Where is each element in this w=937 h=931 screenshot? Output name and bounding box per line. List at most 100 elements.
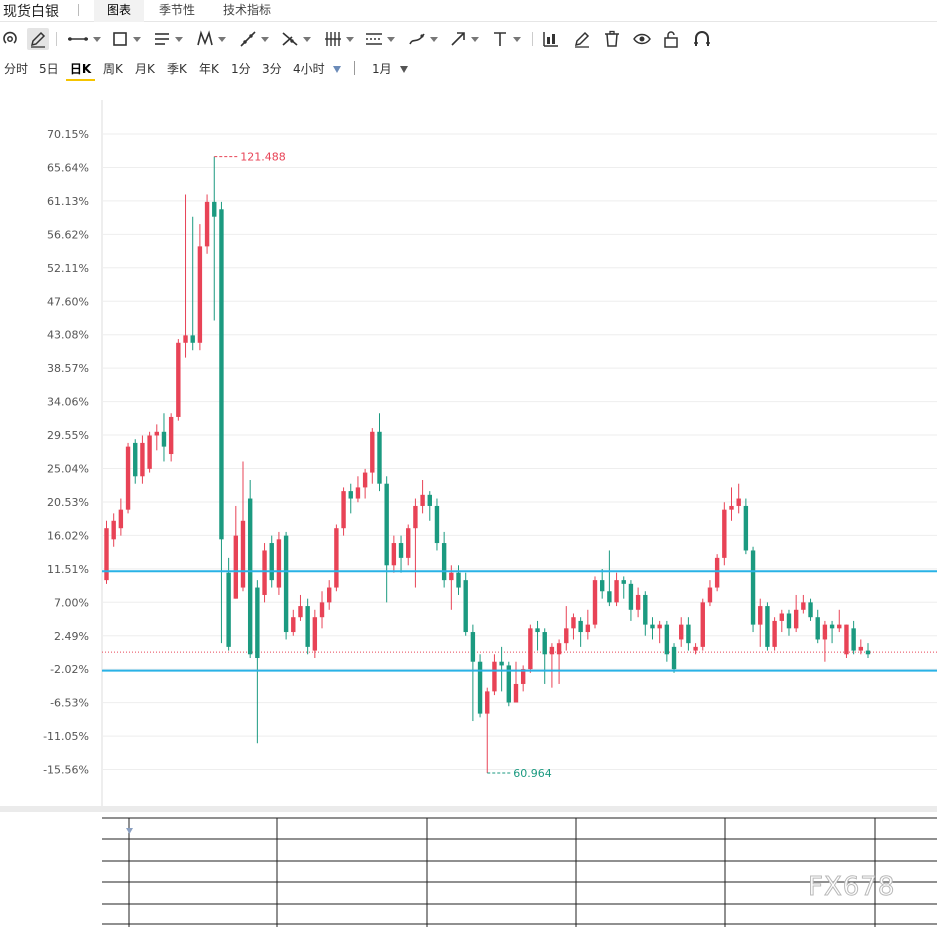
- eye-icon[interactable]: [632, 28, 652, 50]
- pattern-tool-icon[interactable]: [195, 28, 226, 50]
- candle-body: [283, 535, 289, 633]
- candle-body: [427, 494, 432, 506]
- candle-body: [513, 683, 519, 703]
- candle-body: [650, 624, 655, 629]
- candle-body: [377, 431, 382, 484]
- period-more-chevron-icon[interactable]: [333, 66, 341, 73]
- vertical-lines-icon[interactable]: [323, 28, 354, 50]
- range-chevron-down-icon[interactable]: [400, 66, 408, 73]
- y-tick-label: 65.64%: [47, 161, 89, 174]
- indicator-grid: [102, 817, 937, 927]
- tab-indicators[interactable]: 技术指标: [214, 0, 280, 22]
- candle-body: [334, 528, 339, 588]
- candle-body: [664, 624, 670, 655]
- candle-body: [183, 335, 188, 343]
- candle-body: [477, 661, 483, 714]
- candle-body: [384, 483, 389, 566]
- panel-collapse-icon[interactable]: [126, 828, 133, 834]
- period-quarterly[interactable]: 季K: [167, 61, 187, 81]
- candle-body: [607, 591, 612, 603]
- period-monthly[interactable]: 月K: [135, 61, 155, 81]
- chart-stats-icon[interactable]: [541, 28, 561, 50]
- candle-body: [671, 646, 677, 670]
- period-yearly[interactable]: 年K: [199, 61, 219, 81]
- candle-body: [190, 335, 195, 343]
- period-3min[interactable]: 3分: [262, 61, 282, 81]
- y-tick-label: 70.15%: [47, 128, 89, 141]
- candle-body: [204, 201, 210, 247]
- candle-body: [420, 494, 425, 506]
- channel-tool-icon[interactable]: [364, 28, 395, 50]
- candle-body: [305, 606, 310, 647]
- y-tick-label: 43.08%: [47, 329, 89, 342]
- trend-tool-icon[interactable]: [238, 28, 269, 50]
- chart-canvas[interactable]: 70.15% 65.64% 61.13% 56.62% 52.11% 47.60% 43.0…: [0, 100, 937, 806]
- y-tick-label: -6.53%: [50, 697, 89, 710]
- undo-icon[interactable]: [0, 28, 20, 50]
- text-tool-icon[interactable]: [490, 28, 521, 50]
- candle-body: [657, 624, 662, 629]
- candle-body: [391, 543, 397, 566]
- candle-body: [801, 602, 806, 610]
- rectangle-tool-icon[interactable]: [110, 28, 141, 50]
- tab-seasonality[interactable]: 季节性: [148, 0, 206, 22]
- period-tick[interactable]: 分时: [4, 61, 28, 81]
- candle-body: [585, 624, 591, 633]
- period-1min[interactable]: 1分: [231, 61, 251, 81]
- candle-body: [829, 624, 835, 629]
- period-5day[interactable]: 5日: [39, 61, 59, 81]
- candle-body: [549, 646, 555, 655]
- period-weekly[interactable]: 周K: [103, 61, 123, 81]
- candle-body: [312, 617, 318, 651]
- candle-body: [247, 498, 253, 655]
- tab-chart[interactable]: 图表: [94, 0, 144, 22]
- brush-tool-icon[interactable]: [407, 28, 438, 50]
- pencil-icon[interactable]: [27, 28, 49, 50]
- range-select[interactable]: 1月: [372, 61, 392, 81]
- candle-body: [556, 643, 562, 655]
- candle-body: [492, 661, 497, 692]
- fork-tool-icon[interactable]: [280, 28, 311, 50]
- y-tick-label: 25.04%: [47, 463, 89, 476]
- toolbar-divider: [532, 32, 533, 46]
- y-tick-label: 16.02%: [47, 529, 89, 542]
- candle-body: [564, 628, 569, 644]
- y-tick-label: 38.57%: [47, 362, 89, 375]
- y-tick-label: 47.60%: [47, 295, 89, 308]
- candle-body: [628, 583, 634, 610]
- candle-body: [154, 431, 159, 436]
- candle-body: [765, 606, 770, 647]
- candle-body: [111, 520, 116, 540]
- drawing-toolbar: [0, 24, 937, 54]
- period-4hour[interactable]: 4小时: [293, 61, 325, 81]
- y-tick-label: 34.06%: [47, 396, 89, 409]
- candlestick-chart[interactable]: 70.15% 65.64% 61.13% 56.62% 52.11% 47.60% 43.0…: [0, 100, 937, 806]
- unlock-icon[interactable]: [661, 28, 681, 50]
- candle-body: [140, 442, 145, 477]
- candle-body: [449, 572, 454, 581]
- trash-icon[interactable]: [602, 28, 622, 50]
- list-lines-icon[interactable]: [152, 28, 183, 50]
- candle-body: [844, 624, 849, 655]
- candle-body: [262, 550, 267, 595]
- y-tick-label: 2.49%: [54, 630, 89, 643]
- top-bar: 现货白银 图表 季节性 技术指标: [0, 0, 937, 22]
- candle-body: [118, 509, 124, 529]
- arrow-tool-icon[interactable]: [448, 28, 479, 50]
- y-tick-label: -11.05%: [43, 730, 89, 743]
- period-daily[interactable]: 日K: [66, 61, 95, 81]
- candle-body: [269, 543, 274, 581]
- candle-body: [133, 442, 138, 477]
- candle-body: [233, 535, 239, 599]
- candle-body: [291, 617, 296, 633]
- magnet-icon[interactable]: [692, 28, 712, 50]
- line-tool-icon[interactable]: [66, 28, 101, 50]
- candle-body: [212, 201, 217, 217]
- candle-body: [485, 691, 490, 714]
- min-price-label: 60.964: [513, 767, 552, 780]
- candle-body: [456, 572, 461, 588]
- edit-icon[interactable]: [572, 28, 592, 50]
- candle-body: [298, 606, 303, 618]
- candle-body: [398, 543, 404, 558]
- toolbar-divider: [56, 32, 57, 46]
